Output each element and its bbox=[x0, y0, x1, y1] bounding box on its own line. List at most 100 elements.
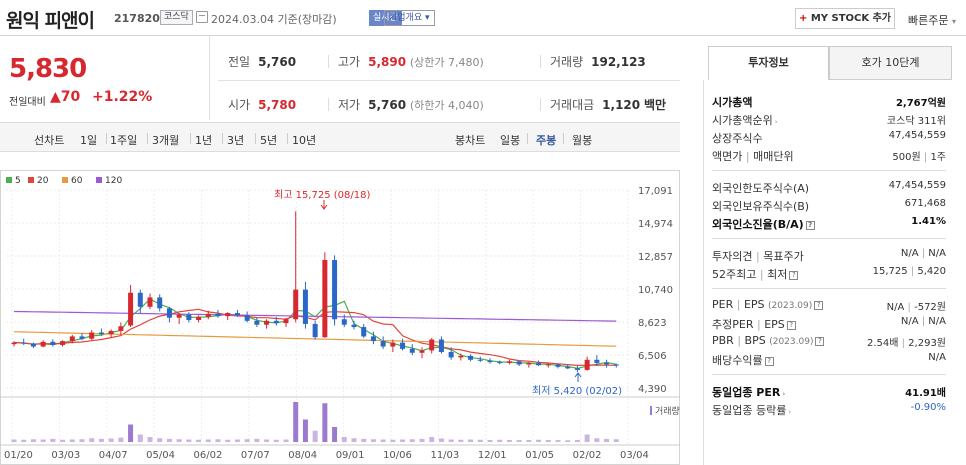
divider bbox=[540, 98, 541, 111]
legend-swatch bbox=[96, 177, 102, 183]
y-tick-label: 4,390 bbox=[638, 384, 667, 395]
help-icon[interactable]: ? bbox=[786, 320, 796, 330]
volume-bar bbox=[69, 439, 75, 442]
period-2[interactable]: 3개월 bbox=[152, 132, 179, 148]
period-0[interactable]: 1일 bbox=[80, 132, 97, 148]
candle-body bbox=[497, 362, 503, 364]
current-price: 5,830 bbox=[9, 54, 87, 84]
candle-body bbox=[50, 341, 56, 345]
period-6[interactable]: 10년 bbox=[292, 132, 316, 148]
period-1[interactable]: 1주일 bbox=[110, 132, 137, 148]
x-tick-label: 11/03 bbox=[430, 450, 459, 461]
volume-bar bbox=[11, 439, 17, 442]
volume-bar bbox=[176, 439, 182, 442]
candle-body bbox=[176, 314, 182, 318]
candle-body bbox=[536, 362, 542, 366]
volume-bar bbox=[137, 434, 143, 442]
volume-bar bbox=[429, 437, 435, 442]
metric-volume: 거래량 192,123 bbox=[550, 55, 646, 69]
candle-body bbox=[361, 327, 367, 337]
candle-body bbox=[293, 289, 299, 320]
candle-body bbox=[234, 313, 240, 316]
info-row: 외국인보유주식수(B) 671,468 bbox=[712, 198, 946, 213]
group-divider bbox=[712, 374, 946, 375]
volume-bar bbox=[584, 434, 590, 442]
volume-bar bbox=[574, 440, 580, 442]
volume-bar bbox=[526, 440, 532, 442]
volume-bar bbox=[186, 439, 192, 442]
divider bbox=[328, 55, 329, 68]
company-overview-dropdown[interactable]: 기업개요 ▾ bbox=[384, 10, 435, 26]
info-row: PBR | BPS (2023.09)? 2.54배 | 2,293원 bbox=[712, 334, 946, 349]
info-row: 액면가 | 매매단위 500원 | 1주 bbox=[712, 150, 946, 163]
candle-period-2[interactable]: 월봉 bbox=[572, 132, 592, 148]
up-arrow-icon bbox=[574, 372, 582, 382]
arrow-icon[interactable]: › bbox=[782, 390, 785, 398]
metric-divider bbox=[218, 80, 680, 81]
info-row: 추정PER | EPS? N/A | N/A bbox=[712, 316, 946, 331]
help-icon[interactable]: ? bbox=[764, 356, 774, 366]
candle-body bbox=[341, 319, 347, 325]
volume-legend-label: 거래량 bbox=[655, 405, 680, 417]
period-3[interactable]: 1년 bbox=[195, 132, 212, 148]
candle-period-1[interactable]: 주봉 bbox=[536, 132, 556, 148]
candle-body bbox=[545, 364, 551, 366]
info-row: 시가총액순위 › 코스닥 311위 bbox=[712, 114, 946, 127]
candle-body bbox=[468, 355, 474, 360]
volume-bar bbox=[21, 439, 27, 442]
candle-chart-label[interactable]: 봉차트 bbox=[455, 132, 485, 148]
candle-body bbox=[215, 313, 221, 317]
period-5[interactable]: 5년 bbox=[260, 132, 277, 148]
price-chart[interactable]: 17,091 14,974 12,857 10,740 8,623 6,506 4,390 0… bbox=[0, 170, 680, 465]
y-tick-label: 10,740 bbox=[638, 285, 673, 296]
volume-bar bbox=[438, 438, 444, 442]
volume-bar bbox=[516, 440, 522, 442]
arrow-icon[interactable]: › bbox=[775, 118, 778, 126]
volume-bar bbox=[565, 440, 571, 442]
candle-period-0[interactable]: 일봉 bbox=[500, 132, 520, 148]
volume-bar bbox=[409, 439, 415, 442]
group-divider bbox=[712, 288, 946, 289]
divider bbox=[222, 133, 223, 144]
candle-body bbox=[244, 315, 250, 321]
volume-bar bbox=[594, 438, 600, 442]
tab-orderbook-10[interactable]: 호가 10단계 bbox=[829, 46, 952, 80]
volume-bar bbox=[380, 439, 386, 442]
volume-bar bbox=[234, 439, 240, 442]
help-icon[interactable]: ? bbox=[789, 270, 799, 280]
candle-body bbox=[322, 260, 328, 338]
volume-bar bbox=[458, 439, 464, 442]
candle-body bbox=[458, 355, 464, 358]
high-annotation: 최고 15,725 (08/18) bbox=[274, 189, 370, 201]
add-my-stock-button[interactable]: + MY STOCK 추가 bbox=[795, 8, 895, 29]
tab-investment-info[interactable]: 투자정보 bbox=[708, 46, 829, 80]
volume-bar bbox=[497, 439, 503, 442]
volume-bar bbox=[244, 439, 250, 442]
legend-swatch bbox=[28, 177, 34, 183]
panel-border bbox=[703, 80, 704, 465]
candle-body bbox=[98, 332, 104, 335]
volume-bar bbox=[215, 439, 221, 442]
volume-bar bbox=[351, 438, 357, 442]
quick-order-link[interactable]: 빠른주문 ▾ bbox=[908, 12, 956, 28]
divider bbox=[540, 55, 541, 68]
candle-body bbox=[254, 320, 260, 325]
help-icon[interactable]: ? bbox=[805, 220, 815, 230]
volume-bar bbox=[341, 437, 347, 442]
help-icon[interactable]: ? bbox=[815, 336, 825, 346]
candle-body bbox=[506, 361, 512, 363]
volume-bar bbox=[118, 437, 124, 442]
info-row: 외국인한도주식수(A) 47,454,559 bbox=[712, 180, 946, 195]
help-icon[interactable]: ? bbox=[814, 300, 824, 310]
arrow-icon[interactable]: › bbox=[788, 408, 791, 416]
candle-body bbox=[380, 341, 386, 347]
period-4[interactable]: 3년 bbox=[227, 132, 244, 148]
candle-body bbox=[283, 319, 289, 324]
info-row: 외국인소진율(B/A)? 1.41% bbox=[712, 216, 946, 231]
candle-body bbox=[351, 324, 357, 328]
down-arrow-icon bbox=[320, 200, 328, 210]
candle-body bbox=[302, 289, 308, 324]
divider bbox=[328, 98, 329, 111]
group-divider bbox=[712, 238, 946, 239]
line-chart-label[interactable]: 선차트 bbox=[34, 132, 64, 148]
